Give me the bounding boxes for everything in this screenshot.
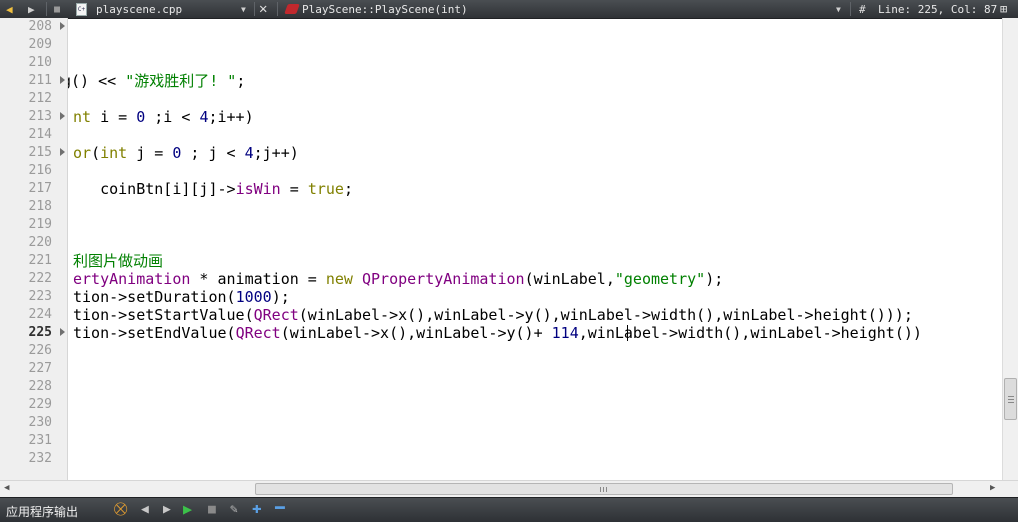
line-number: 223 [28,289,52,304]
zoom-in-icon[interactable]: ✚ [252,500,262,516]
line-number: 212 [28,91,52,106]
line-number-gutter: 208 209 210 211 212 213 214 215 216 217 … [0,18,68,480]
text-cursor [627,325,628,341]
line-number: 220 [28,235,52,250]
current-symbol: PlayScene::PlayScene(int) [302,2,468,16]
line-number: 219 [28,217,52,232]
horizontal-scroll-thumb[interactable] [255,483,953,495]
split-editor-button[interactable]: ⊞ [1000,0,1007,18]
line-number: 218 [28,199,52,214]
line-number: 208 [28,19,52,34]
line-number: 210 [28,55,52,70]
line-number: 229 [28,397,52,412]
line-number: 222 [28,271,52,286]
file-dropdown-button[interactable]: ▼ [241,0,246,18]
chevron-down-icon: ▼ [836,4,841,14]
symbol-selector[interactable]: PlayScene::PlayScene(int) [302,0,468,18]
cursor-position: Line: 225, Col: 87 [878,2,998,16]
code-line-213: nt i = 0 ;i < 4;i++) [73,108,254,126]
zoom-out-icon[interactable]: ━ [275,500,285,516]
horizontal-scrollbar[interactable]: ◀ ▶ [0,480,1018,497]
line-number: 228 [28,379,52,394]
arrow-right-icon: ▶ [28,2,35,16]
line-number: 213 [28,109,52,124]
current-line-number: 225 [28,325,52,340]
line-number: 226 [28,343,52,358]
editor-toolbar: ◀ ▶ ■ C+ playscene.cpp ▼ ✕ PlayScene::Pl… [0,0,1018,19]
fold-marker-icon[interactable] [60,112,65,120]
code-line-222: ertyAnimation * animation = new QPropert… [73,270,724,288]
run-icon[interactable]: ▶ [183,501,192,517]
lock-icon: ■ [54,3,61,15]
clear-output-icon[interactable]: ✎ [230,502,238,518]
code-editor[interactable]: g() << "游戏胜利了! "; nt i = 0 ;i < 4;i++) o… [68,18,1000,480]
line-number: 216 [28,163,52,178]
forward-button[interactable]: ▶ [28,0,35,18]
line-number: 209 [28,37,52,52]
line-number: 217 [28,181,52,196]
scroll-left-icon[interactable]: ◀ [4,483,9,493]
symbol-icon [284,0,300,18]
code-line-211: g() << "游戏胜利了! "; [68,72,246,90]
split-icon: ⊞ [1000,2,1008,16]
code-line-215: or(int j = 0 ; j < 4;j++) [73,144,299,162]
fold-marker-icon[interactable] [60,328,65,336]
line-number: 224 [28,307,52,322]
line-number: 227 [28,361,52,376]
scroll-right-icon[interactable]: ▶ [990,483,995,493]
file-type-icon: C+ [76,0,87,18]
vertical-scroll-thumb[interactable] [1004,378,1017,420]
fold-marker-icon[interactable] [60,22,65,30]
code-line-224: tion->setStartValue(QRect(winLabel->x(),… [73,306,913,324]
fold-marker-icon[interactable] [60,148,65,156]
line-number: 214 [28,127,52,142]
line-number: 221 [28,253,52,268]
arrow-left-icon: ◀ [6,2,13,16]
file-selector[interactable]: playscene.cpp [96,0,182,18]
stop-run-icon[interactable]: ⛒ [114,502,127,518]
next-item-icon[interactable]: ▶ [163,502,171,518]
code-line-217: coinBtn[i][j]->isWin = true; [73,180,353,198]
vertical-scrollbar[interactable] [1002,18,1018,480]
line-number: 232 [28,451,52,466]
output-pane-title: 应用程序输出 [6,505,79,519]
line-number: 231 [28,433,52,448]
close-icon: ✕ [259,1,268,17]
stop-icon[interactable]: ■ [208,502,216,518]
code-line-223: tion->setDuration(1000); [73,288,290,306]
back-button[interactable]: ◀ [6,0,13,18]
close-document-button[interactable]: ✕ [259,0,267,18]
previous-item-icon[interactable]: ◀ [141,502,149,518]
hash-icon: # [859,2,866,16]
fold-marker-icon[interactable] [60,76,65,84]
file-name: playscene.cpp [96,2,183,16]
symbol-dropdown-button[interactable]: ▼ [836,0,841,18]
line-number: 215 [28,145,52,160]
code-line-225: tion->setEndValue(QRect(winLabel->x(),wi… [73,324,922,342]
line-number: 211 [28,73,52,88]
output-pane-bar: 应用程序输出 ⛒ ◀ ▶ ▶ ■ ✎ ✚ ━ [0,497,1018,522]
line-number: 230 [28,415,52,430]
chevron-down-icon: ▼ [241,4,246,14]
code-line-221: 利图片做动画 [73,252,164,270]
